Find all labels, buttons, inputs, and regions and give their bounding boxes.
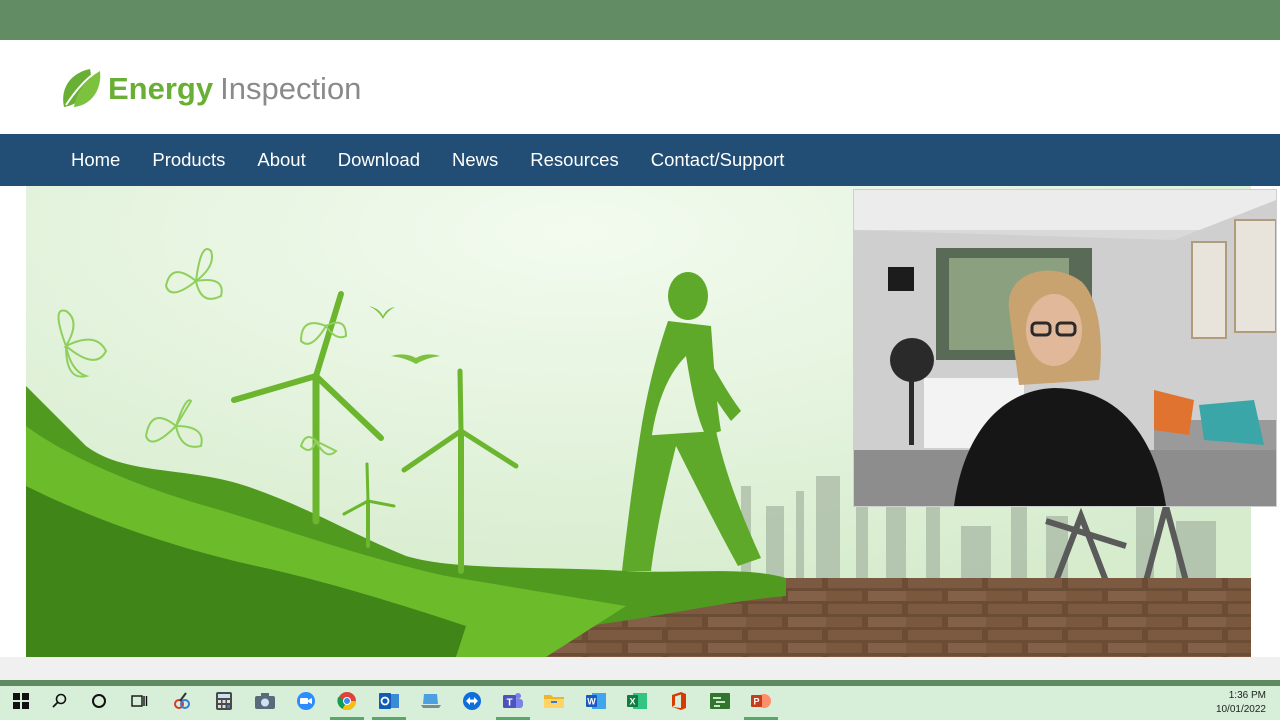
excel-icon[interactable]: X: [624, 688, 650, 714]
task-view-icon[interactable]: [126, 688, 152, 714]
svg-text:T: T: [506, 698, 512, 709]
svg-text:W: W: [587, 697, 596, 707]
clock-time: 1:36 PM: [1228, 690, 1266, 701]
nav-item-about[interactable]: About: [241, 134, 321, 186]
clock-date: 10/01/2022: [1215, 704, 1266, 715]
laptop-icon[interactable]: [418, 688, 444, 714]
svg-text:X: X: [629, 697, 635, 707]
teamviewer-icon[interactable]: [459, 688, 485, 714]
logo-word-energy: Energy: [108, 71, 214, 106]
webcam-overlay: [853, 189, 1277, 507]
cortana-icon[interactable]: [86, 688, 112, 714]
office-icon[interactable]: [666, 688, 692, 714]
taskbar-top-band: [0, 680, 1280, 686]
nav-item-news[interactable]: News: [436, 134, 514, 186]
snipping-tool-icon[interactable]: [169, 688, 195, 714]
main-nav: Home Products About Download News Resour…: [0, 134, 1280, 186]
search-icon[interactable]: [47, 688, 73, 714]
nav-item-products[interactable]: Products: [136, 134, 241, 186]
camera-icon[interactable]: [252, 688, 278, 714]
nav-item-resources[interactable]: Resources: [514, 134, 634, 186]
chrome-icon[interactable]: [334, 688, 360, 714]
system-clock[interactable]: 1:36 PM 10/01/2022: [1196, 689, 1266, 717]
svg-text:P: P: [753, 697, 759, 707]
windows-start-icon[interactable]: [8, 688, 34, 714]
powerpoint-icon[interactable]: P: [748, 688, 774, 714]
project-icon[interactable]: [707, 688, 733, 714]
file-explorer-icon[interactable]: [541, 688, 567, 714]
top-band: [0, 0, 1280, 40]
outlook-icon[interactable]: [376, 688, 402, 714]
word-icon[interactable]: W: [583, 688, 609, 714]
nav-item-home[interactable]: Home: [55, 134, 136, 186]
leaf-logo-icon: [63, 69, 101, 107]
teams-icon[interactable]: T: [500, 688, 526, 714]
site-logo[interactable]: Energy Inspection: [60, 67, 361, 111]
zoom-icon[interactable]: [293, 688, 319, 714]
nav-item-download[interactable]: Download: [322, 134, 436, 186]
calculator-icon[interactable]: [211, 688, 237, 714]
nav-item-contact-support[interactable]: Contact/Support: [635, 134, 801, 186]
site-header: Energy Inspection: [0, 40, 1280, 134]
presenter-video: [854, 190, 1276, 506]
content-divider: [0, 657, 1280, 680]
logo-word-inspection: Inspection: [220, 71, 362, 106]
